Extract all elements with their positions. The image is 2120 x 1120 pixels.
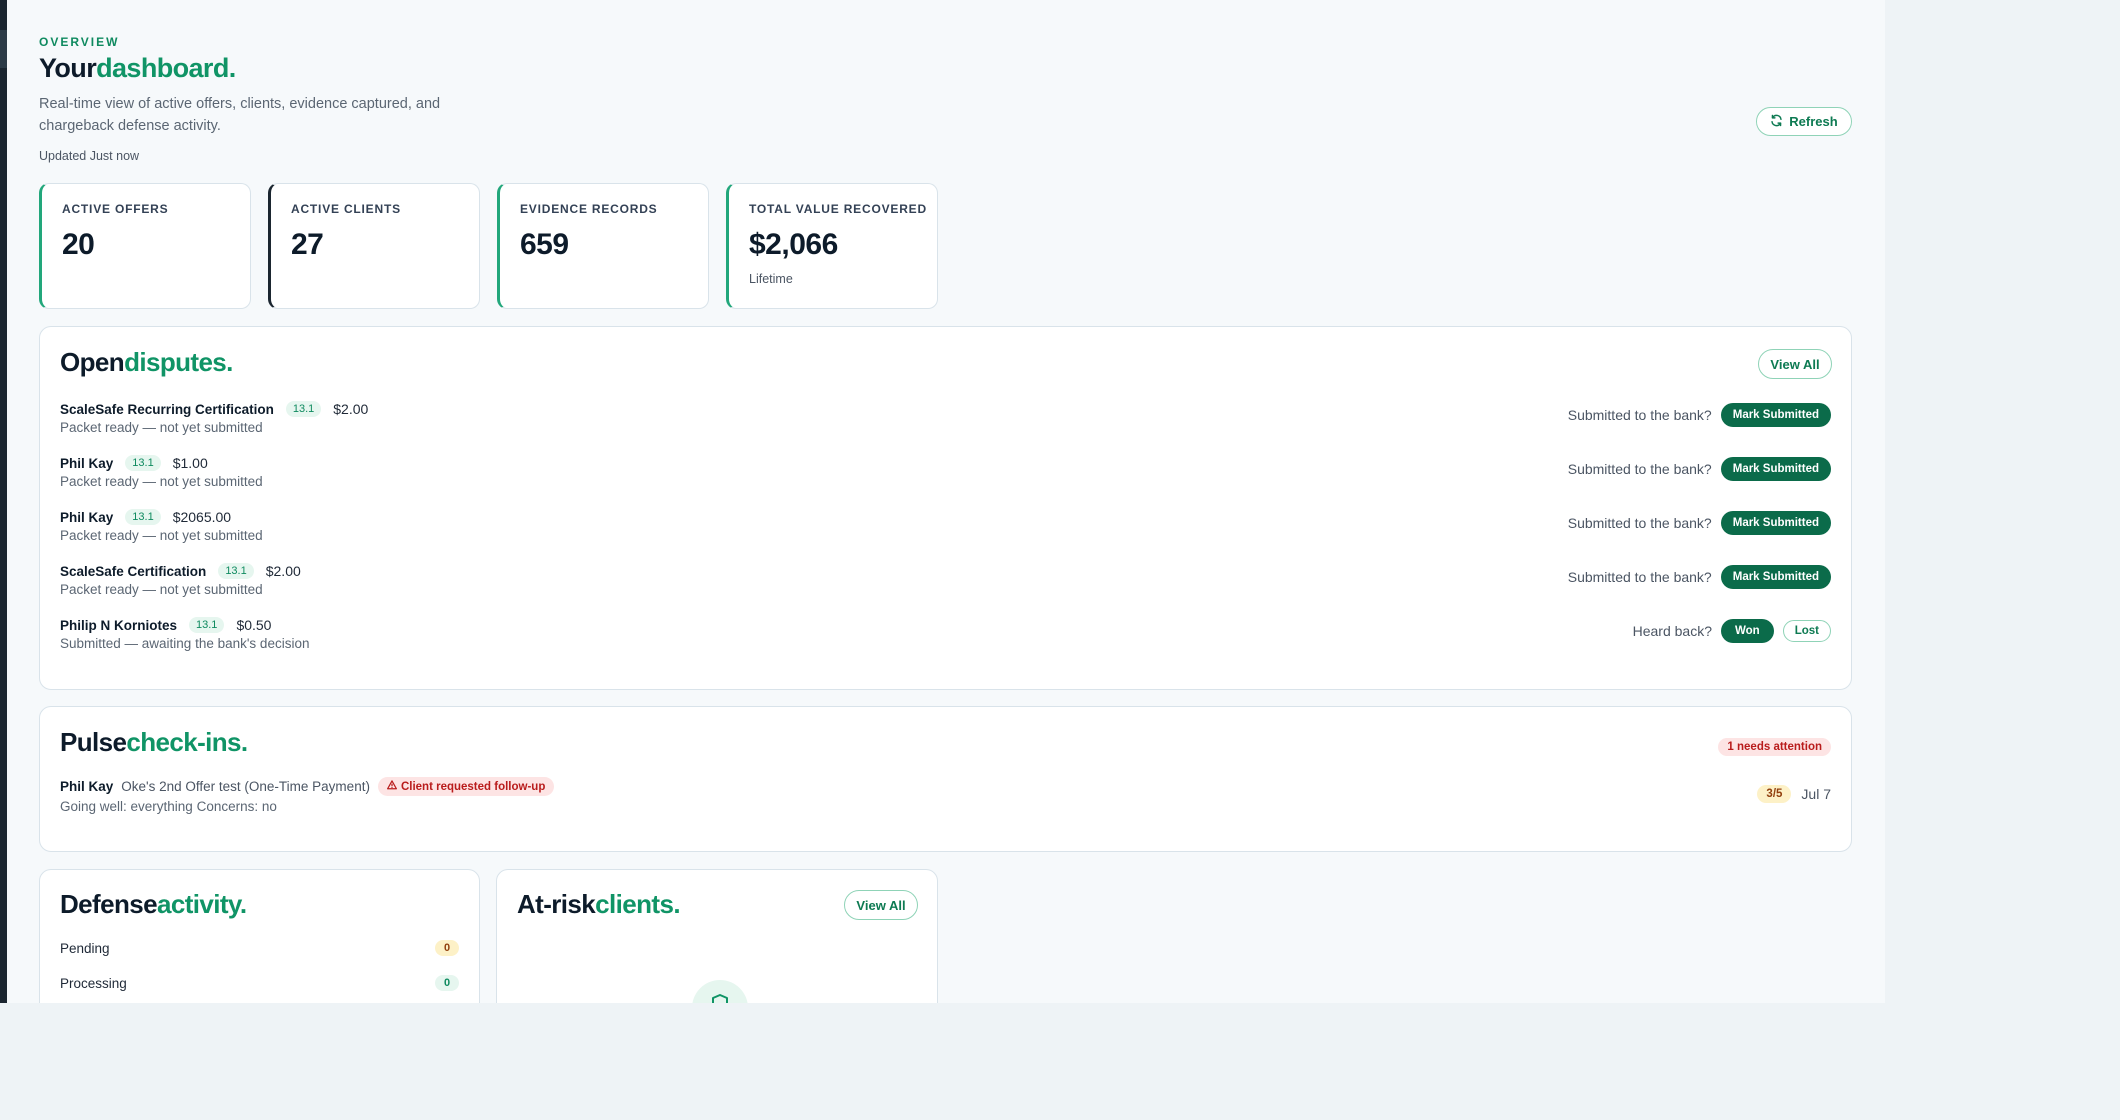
page-title-lead: Your	[39, 53, 97, 83]
dispute-client-name: Philip N Korniotes	[60, 617, 178, 633]
section-title-lead: At-risk	[517, 889, 596, 919]
dispute-row: Phil Kay 13.1 $1.00 Packet ready — not y…	[60, 453, 1831, 493]
dispute-amount: $2.00	[265, 563, 301, 579]
stat-card-active-offers: ACTIVE OFFERS 20	[39, 183, 251, 309]
dispute-prompt: Submitted to the bank?	[1567, 515, 1712, 531]
version-badge: 13.1	[125, 455, 161, 471]
checkin-date: Jul 7	[1801, 786, 1831, 802]
checkin-client-name: Phil Kay	[60, 779, 114, 794]
sidebar-active-marker	[0, 30, 7, 68]
dispute-prompt: Submitted to the bank?	[1567, 569, 1712, 585]
dispute-client-name: ScaleSafe Certification	[60, 563, 207, 579]
at-risk-view-all-button[interactable]: View All	[844, 890, 918, 920]
section-title-accent: clients.	[595, 889, 680, 919]
activity-label: Pending	[60, 940, 110, 956]
warning-icon	[386, 780, 397, 793]
stat-value: 20	[62, 228, 95, 261]
dispute-prompt: Heard back?	[1632, 623, 1713, 639]
activity-label: Processing	[60, 975, 127, 991]
app-frame: OVERVIEW Yourdashboard. Real-time view o…	[0, 0, 1885, 1003]
page-title-accent: dashboard.	[96, 53, 236, 83]
shield-icon	[708, 992, 732, 1003]
mark-submitted-button[interactable]: Mark Submitted	[1720, 457, 1831, 481]
followup-flag-label: Client requested follow-up	[400, 780, 546, 793]
dispute-prompt: Submitted to the bank?	[1567, 407, 1712, 423]
dispute-amount: $1.00	[172, 455, 208, 471]
dispute-status: Packet ready — not yet submitted	[60, 582, 263, 597]
at-risk-clients-card: At-riskclients. View All	[496, 869, 938, 1003]
dispute-amount: $2065.00	[172, 509, 232, 525]
page-title: Yourdashboard.	[39, 53, 236, 84]
stat-note: Lifetime	[749, 272, 793, 286]
empty-state-badge	[692, 980, 748, 1003]
section-title-lead: Defense	[60, 889, 158, 919]
needs-attention-badge: 1 needs attention	[1718, 738, 1831, 756]
dispute-status: Packet ready — not yet submitted	[60, 420, 263, 435]
section-title-lead: Pulse	[60, 727, 127, 757]
open-disputes-card: Opendisputes. View All ScaleSafe Recurri…	[39, 326, 1852, 690]
dispute-row: ScaleSafe Certification 13.1 $2.00 Packe…	[60, 561, 1831, 601]
dispute-row: Philip N Korniotes 13.1 $0.50 Submitted …	[60, 615, 1831, 655]
lost-button[interactable]: Lost	[1782, 620, 1831, 642]
mark-submitted-button[interactable]: Mark Submitted	[1720, 403, 1831, 427]
won-button[interactable]: Won	[1721, 619, 1774, 643]
open-disputes-title: Opendisputes.	[60, 347, 233, 378]
dispute-prompt: Submitted to the bank?	[1567, 461, 1712, 477]
refresh-label: Refresh	[1789, 114, 1838, 129]
stat-label: EVIDENCE RECORDS	[520, 202, 658, 216]
stat-card-evidence-records: EVIDENCE RECORDS 659	[497, 183, 709, 309]
section-title-accent: check-ins.	[126, 727, 248, 757]
version-badge: 13.1	[285, 401, 322, 417]
defense-activity-card: Defenseactivity. Pending 0 Processing 0	[39, 869, 480, 1003]
version-badge: 13.1	[125, 509, 161, 525]
mark-submitted-button[interactable]: Mark Submitted	[1720, 565, 1831, 589]
disputes-view-all-button[interactable]: View All	[1758, 349, 1832, 379]
activity-row-processing: Processing 0	[60, 975, 459, 991]
pulse-checkins-card: Pulsecheck-ins. 1 needs attention Phil K…	[39, 706, 1852, 852]
dispute-row: Phil Kay 13.1 $2065.00 Packet ready — no…	[60, 507, 1831, 547]
dispute-amount: $2.00	[333, 401, 369, 417]
version-badge: 13.1	[189, 617, 225, 633]
stat-label: TOTAL VALUE RECOVERED	[749, 202, 927, 216]
stat-label: ACTIVE OFFERS	[62, 202, 169, 216]
at-risk-clients-title: At-riskclients.	[517, 889, 681, 920]
sidebar-rail	[0, 0, 7, 1003]
checkin-score-badge: 3/5	[1757, 785, 1792, 803]
refresh-icon	[1770, 114, 1783, 130]
checkin-note: Going well: everything Concerns: no	[60, 799, 277, 814]
page-subtitle: Real-time view of active offers, clients…	[39, 96, 441, 134]
dispute-client-name: ScaleSafe Recurring Certification	[60, 401, 274, 417]
activity-count-badge: 0	[435, 940, 459, 956]
stat-value: $2,066	[749, 228, 838, 261]
stat-value: 659	[520, 228, 569, 261]
section-title-lead: Open	[60, 347, 125, 377]
updated-timestamp: Updated Just now	[39, 149, 140, 163]
dispute-amount: $0.50	[236, 617, 272, 633]
dispute-client-name: Phil Kay	[60, 509, 114, 525]
defense-activity-title: Defenseactivity.	[60, 889, 247, 920]
dispute-client-name: Phil Kay	[60, 455, 114, 471]
activity-count-badge: 0	[435, 975, 459, 991]
dispute-status: Packet ready — not yet submitted	[60, 528, 263, 543]
pulse-checkins-title: Pulsecheck-ins.	[60, 727, 248, 758]
refresh-button[interactable]: Refresh	[1756, 107, 1852, 136]
activity-row-pending: Pending 0	[60, 940, 459, 956]
dispute-status: Packet ready — not yet submitted	[60, 474, 263, 489]
section-title-accent: disputes.	[124, 347, 233, 377]
checkin-row[interactable]: Phil Kay Oke's 2nd Offer test (One-Time …	[60, 777, 1831, 817]
stat-card-total-value-recovered: TOTAL VALUE RECOVERED $2,066 Lifetime	[726, 183, 938, 309]
dispute-status: Submitted — awaiting the bank's decision	[60, 636, 310, 651]
section-title-accent: activity.	[156, 889, 247, 919]
checkin-offer-name: Oke's 2nd Offer test (One-Time Payment)	[121, 779, 370, 794]
followup-flag-badge: Client requested follow-up	[377, 777, 555, 796]
page-eyebrow: OVERVIEW	[39, 35, 120, 49]
stat-label: ACTIVE CLIENTS	[291, 202, 401, 216]
version-badge: 13.1	[218, 563, 254, 579]
mark-submitted-button[interactable]: Mark Submitted	[1720, 511, 1831, 535]
stat-value: 27	[291, 228, 324, 261]
stat-card-active-clients: ACTIVE CLIENTS 27	[268, 183, 480, 309]
dispute-row: ScaleSafe Recurring Certification 13.1 $…	[60, 399, 1831, 439]
